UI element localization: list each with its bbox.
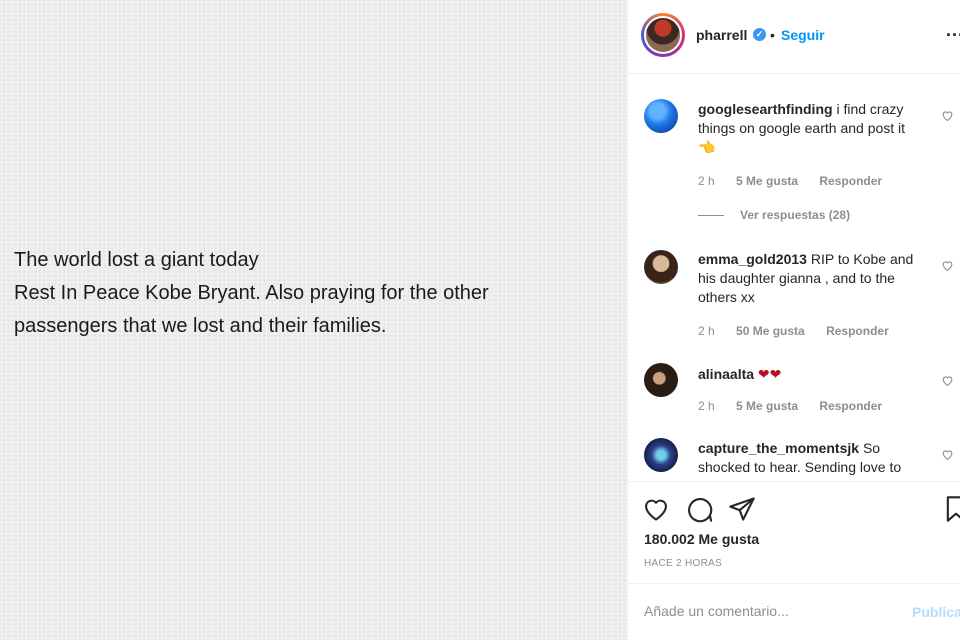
comment-item: alinaalta ❤❤ 2 h 5 Me gusta Responder — [628, 340, 960, 420]
reply-button[interactable]: Responder — [826, 324, 889, 338]
share-send-icon[interactable] — [728, 495, 756, 523]
comment-time: 2 h — [698, 399, 715, 413]
author-avatar[interactable] — [641, 13, 685, 57]
comment-username[interactable]: alinaalta — [698, 366, 754, 382]
post-line-1: The world lost a giant today — [14, 249, 259, 271]
post-header: pharrell ✓ • Seguir ... — [628, 0, 960, 74]
heart-outline-icon[interactable] — [941, 259, 954, 272]
commenter-avatar[interactable] — [644, 99, 678, 133]
comment-input[interactable] — [644, 603, 904, 619]
comment-time: 2 h — [698, 324, 715, 338]
reply-button[interactable]: Responder — [819, 399, 882, 413]
reply-button[interactable]: Responder — [819, 174, 882, 188]
heart-outline-icon[interactable] — [941, 109, 954, 122]
comment-item: emma_gold2013 RIP to Kobe and his daught… — [628, 225, 960, 340]
post-actions: 180.002 Me gusta HACE 2 HORAS — [628, 481, 960, 583]
replies-divider — [698, 215, 724, 217]
header-separator: • — [770, 27, 775, 43]
comment-item: googlesearthfinding i find crazy things … — [628, 75, 960, 225]
post-caption-image-text: The world lost a giant today Rest In Pea… — [14, 244, 614, 343]
comment-meta: 2 h 5 Me gusta Responder — [698, 399, 900, 413]
verified-badge-icon: ✓ — [753, 28, 766, 41]
commenter-avatar[interactable] — [644, 363, 678, 397]
view-replies[interactable]: Ver respuestas (28) — [698, 208, 850, 222]
publish-button[interactable]: Publicar — [912, 604, 960, 620]
comment-body: emma_gold2013 RIP to Kobe and his daught… — [698, 250, 926, 307]
comment-body: capture_the_momentsjk So shocked to hear… — [698, 439, 926, 477]
save-bookmark-icon[interactable] — [942, 495, 960, 523]
comment-likes[interactable]: 5 Me gusta — [736, 399, 798, 413]
comment-body: alinaalta ❤❤ — [698, 365, 926, 384]
comment-body: googlesearthfinding i find crazy things … — [698, 100, 926, 157]
comment-likes[interactable]: 50 Me gusta — [736, 324, 805, 338]
commenter-avatar[interactable] — [644, 438, 678, 472]
comment-item: capture_the_momentsjk So shocked to hear… — [628, 420, 960, 480]
comment-meta: 2 h 5 Me gusta Responder — [698, 174, 900, 188]
comment-username[interactable]: googlesearthfinding — [698, 101, 833, 117]
post-line-3: passengers that we lost and their famili… — [14, 315, 387, 337]
comment-text: ❤❤ — [757, 366, 782, 382]
follow-button[interactable]: Seguir — [781, 27, 825, 43]
comment-time: 2 h — [698, 174, 715, 188]
comment-bubble-icon[interactable] — [686, 495, 714, 523]
post-image[interactable]: The world lost a giant today Rest In Pea… — [0, 0, 627, 640]
comment-username[interactable]: emma_gold2013 — [698, 251, 807, 267]
comment-username[interactable]: capture_the_momentsjk — [698, 440, 859, 456]
comment-likes[interactable]: 5 Me gusta — [736, 174, 798, 188]
post-line-2: Rest In Peace Kobe Bryant. Also praying … — [14, 282, 489, 304]
author-username[interactable]: pharrell — [696, 27, 747, 43]
view-replies-label: Ver respuestas (28) — [740, 208, 851, 222]
like-heart-icon[interactable] — [642, 495, 670, 523]
commenter-avatar[interactable] — [644, 250, 678, 284]
comment-meta: 2 h 50 Me gusta Responder — [698, 324, 907, 338]
like-count[interactable]: 180.002 Me gusta — [644, 531, 759, 547]
heart-outline-icon[interactable] — [941, 374, 954, 387]
post-time-ago: HACE 2 HORAS — [644, 558, 723, 569]
add-comment-bar: Publicar — [628, 583, 960, 640]
post-side-panel: pharrell ✓ • Seguir ... googlesearthfind… — [627, 0, 960, 640]
heart-outline-icon[interactable] — [941, 448, 954, 461]
comments-list[interactable]: googlesearthfinding i find crazy things … — [628, 75, 960, 480]
more-options-icon[interactable]: ... — [946, 20, 960, 41]
